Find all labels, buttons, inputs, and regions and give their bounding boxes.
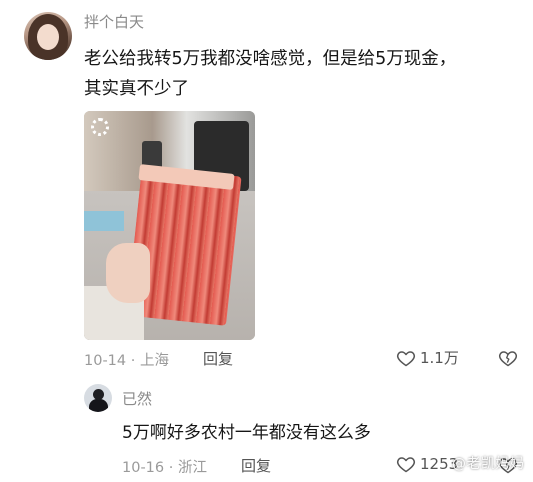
reply-avatar-head bbox=[93, 389, 104, 400]
like-count: 1.1万 bbox=[420, 349, 459, 367]
reply-reply-button[interactable]: 回复 bbox=[241, 455, 271, 476]
avatar-face bbox=[37, 24, 59, 50]
comment-text-line-1: 老公给我转5万我都没啥感觉，但是给5万现金， bbox=[84, 49, 457, 69]
broken-heart-icon[interactable] bbox=[498, 348, 518, 368]
avatar[interactable] bbox=[24, 12, 72, 60]
reply-username[interactable]: 已然 bbox=[122, 388, 152, 409]
reply-date-location: 10-16 · 浙江 bbox=[122, 460, 207, 476]
reply-like-button[interactable]: 1253 bbox=[396, 454, 458, 474]
comment-date-location: 10-14 · 上海 bbox=[84, 353, 169, 369]
watermark: @老凯妈妈 bbox=[452, 456, 525, 472]
heart-outline-icon bbox=[396, 350, 416, 366]
comment-text: 老公给我转5万我都没啥感觉，但是给5万现金， 其实真不少了 bbox=[84, 44, 524, 104]
reply-avatar-body bbox=[89, 399, 108, 412]
photo-blue-strip bbox=[84, 211, 124, 231]
photo-hand bbox=[106, 243, 150, 303]
like-button[interactable]: 1.1万 bbox=[396, 347, 459, 368]
heart-outline-icon bbox=[396, 457, 416, 473]
reply-avatar[interactable] bbox=[84, 384, 112, 412]
comment-photo[interactable] bbox=[84, 111, 255, 340]
reply-text: 5万啊好多农村一年都没有这么多 bbox=[122, 423, 371, 443]
settings-icon bbox=[91, 118, 109, 136]
reply-button[interactable]: 回复 bbox=[203, 348, 233, 369]
comment-text-line-2: 其实真不少了 bbox=[84, 79, 189, 99]
comment-username[interactable]: 拌个白天 bbox=[84, 11, 144, 32]
